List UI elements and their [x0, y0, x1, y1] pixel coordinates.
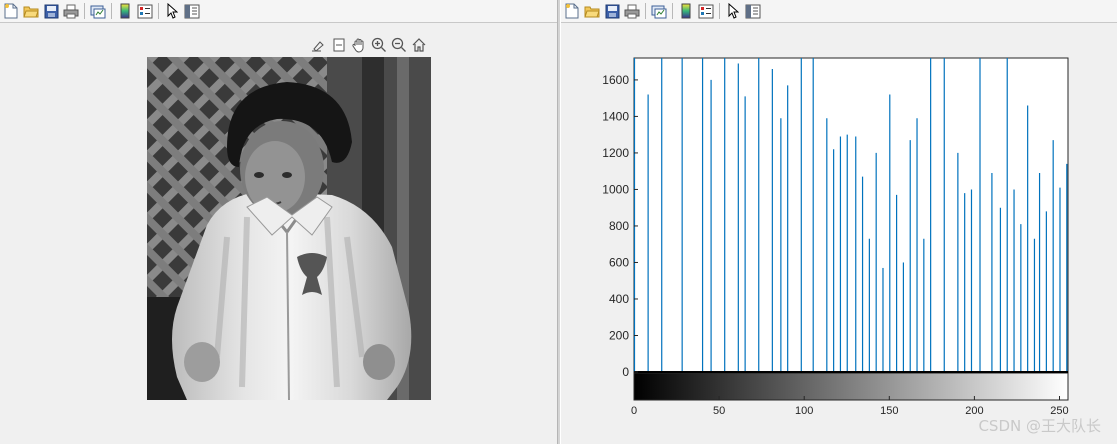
print-icon[interactable] — [62, 2, 80, 20]
y-tick-label: 800 — [609, 219, 629, 233]
toolbar-separator — [84, 3, 85, 19]
toolbar-separator — [645, 3, 646, 19]
y-tick-label: 200 — [609, 328, 629, 342]
save-icon[interactable] — [42, 2, 60, 20]
figure-window-right: 0 200 400 600 800 1000 1200 1400 1600 0 50 100 150 2… — [561, 0, 1117, 444]
toolbar-separator — [111, 3, 112, 19]
y-tick-label: 1000 — [602, 182, 629, 196]
data-tips-icon[interactable] — [330, 36, 348, 54]
y-axis-ticks: 0 200 400 600 800 1000 1200 1400 1600 — [602, 73, 638, 379]
figure-canvas — [0, 23, 557, 444]
x-tick-label: 150 — [880, 405, 898, 417]
new-figure-icon[interactable] — [2, 2, 20, 20]
link-plot-icon[interactable] — [89, 2, 107, 20]
y-tick-label: 1400 — [602, 109, 629, 123]
plot-area — [633, 57, 1069, 373]
edit-plot-arrow-icon[interactable] — [724, 2, 742, 20]
y-tick-label: 400 — [609, 292, 629, 306]
figure-toolbar — [0, 0, 557, 23]
figure-toolbar — [561, 0, 1117, 23]
insert-colorbar-icon[interactable] — [116, 2, 134, 20]
x-tick-label: 50 — [713, 405, 725, 417]
y-tick-label: 1600 — [602, 73, 629, 87]
insert-colorbar-icon[interactable] — [677, 2, 695, 20]
y-tick-label: 1200 — [602, 146, 629, 160]
watermark: CSDN @王大队长 — [978, 417, 1101, 435]
restore-view-home-icon[interactable] — [410, 36, 428, 54]
figure-canvas: 0 200 400 600 800 1000 1200 1400 1600 0 50 100 150 2… — [561, 23, 1117, 444]
save-icon[interactable] — [603, 2, 621, 20]
brush-data-icon[interactable] — [310, 36, 328, 54]
axes-toolbar — [310, 36, 428, 54]
grayscale-photo — [147, 57, 431, 400]
insert-legend-icon[interactable] — [136, 2, 154, 20]
zoom-out-icon[interactable] — [390, 36, 408, 54]
open-file-icon[interactable] — [22, 2, 40, 20]
figure-window-left — [0, 0, 557, 444]
open-file-icon[interactable] — [583, 2, 601, 20]
print-icon[interactable] — [623, 2, 641, 20]
toolbar-separator — [672, 3, 673, 19]
toolbar-separator — [719, 3, 720, 19]
property-inspector-icon[interactable] — [183, 2, 201, 20]
link-plot-icon[interactable] — [650, 2, 668, 20]
x-tick-label: 100 — [795, 405, 813, 417]
property-inspector-icon[interactable] — [744, 2, 762, 20]
new-figure-icon[interactable] — [563, 2, 581, 20]
zoom-in-icon[interactable] — [370, 36, 388, 54]
gray-colorbar — [633, 372, 1069, 401]
edit-plot-arrow-icon[interactable] — [163, 2, 181, 20]
y-tick-label: 600 — [609, 255, 629, 269]
y-tick-label: 0 — [622, 365, 629, 379]
x-tick-label: 0 — [631, 405, 637, 417]
toolbar-separator — [158, 3, 159, 19]
insert-legend-icon[interactable] — [697, 2, 715, 20]
histogram-chart[interactable]: 0 200 400 600 800 1000 1200 1400 1600 0 50 100 150 2… — [561, 23, 1117, 444]
pan-hand-icon[interactable] — [350, 36, 368, 54]
